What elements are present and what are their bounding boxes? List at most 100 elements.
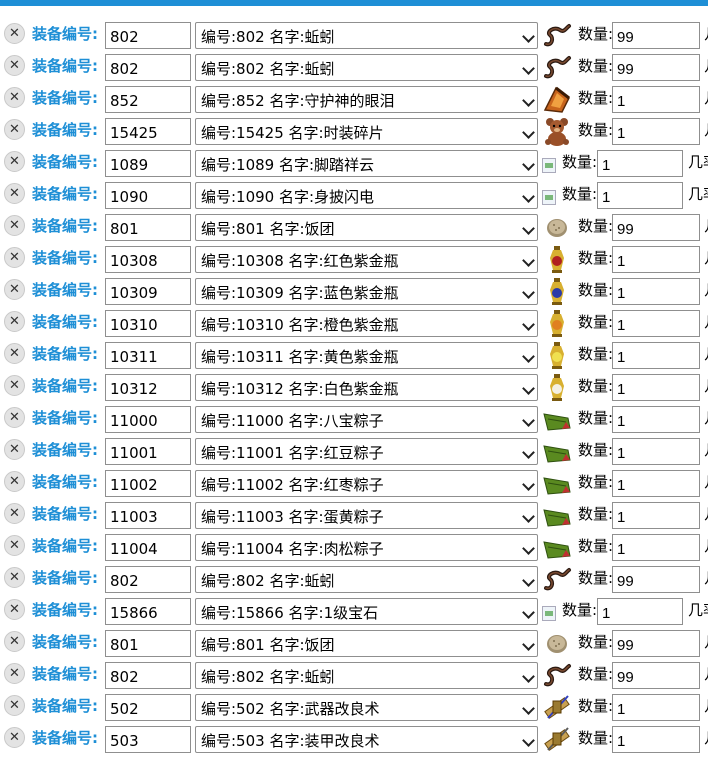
remove-row-button[interactable]: ✕ [4, 279, 25, 300]
item-id-input[interactable] [105, 598, 191, 625]
quantity-input[interactable] [612, 246, 700, 273]
remove-row-button[interactable]: ✕ [4, 311, 25, 332]
remove-row-button[interactable]: ✕ [4, 151, 25, 172]
item-id-input[interactable] [105, 182, 191, 209]
item-id-input[interactable] [105, 310, 191, 337]
item-select[interactable]: 编号:801 名字:饭团 [195, 214, 538, 241]
item-id-input[interactable] [105, 374, 191, 401]
item-id-label: 装备编号: [32, 25, 98, 43]
item-id-input[interactable] [105, 246, 191, 273]
remove-row-button[interactable]: ✕ [4, 407, 25, 428]
quantity-label: 数量: [578, 409, 614, 427]
item-id-input[interactable] [105, 694, 191, 721]
item-id-input[interactable] [105, 502, 191, 529]
quantity-input[interactable] [612, 342, 700, 369]
item-select[interactable]: 编号:1090 名字:身披闪电 [195, 182, 538, 209]
item-select[interactable]: 编号:10308 名字:红色紫金瓶 [195, 246, 538, 273]
item-id-input[interactable] [105, 662, 191, 689]
item-id-input[interactable] [105, 150, 191, 177]
worm-icon [542, 564, 572, 594]
item-id-input[interactable] [105, 214, 191, 241]
item-select[interactable]: 编号:15425 名字:时装碎片 [195, 118, 538, 145]
remove-row-button[interactable]: ✕ [4, 23, 25, 44]
item-select[interactable]: 编号:502 名字:武器改良术 [195, 694, 538, 721]
item-select[interactable]: 编号:852 名字:守护神的眼泪 [195, 86, 538, 113]
item-select[interactable]: 编号:11004 名字:肉松粽子 [195, 534, 538, 561]
quantity-input[interactable] [612, 310, 700, 337]
remove-row-button[interactable]: ✕ [4, 375, 25, 396]
item-select[interactable]: 编号:802 名字:蚯蚓 [195, 54, 538, 81]
item-id-input[interactable] [105, 118, 191, 145]
item-id-input[interactable] [105, 630, 191, 657]
item-id-input[interactable] [105, 86, 191, 113]
remove-row-button[interactable]: ✕ [4, 727, 25, 748]
quantity-input[interactable] [612, 438, 700, 465]
remove-row-button[interactable]: ✕ [4, 247, 25, 268]
quantity-input[interactable] [612, 630, 700, 657]
item-select[interactable]: 编号:801 名字:饭团 [195, 630, 538, 657]
quantity-input[interactable] [612, 502, 700, 529]
item-select[interactable]: 编号:10312 名字:白色紫金瓶 [195, 374, 538, 401]
item-select[interactable]: 编号:802 名字:蚯蚓 [195, 662, 538, 689]
quantity-input[interactable] [597, 598, 683, 625]
quantity-input[interactable] [612, 278, 700, 305]
quantity-input[interactable] [612, 470, 700, 497]
quantity-input[interactable] [597, 150, 683, 177]
quantity-input[interactable] [612, 726, 700, 753]
remove-row-button[interactable]: ✕ [4, 439, 25, 460]
item-select-value: 编号:502 名字:武器改良术 [201, 700, 380, 718]
remove-row-button[interactable]: ✕ [4, 215, 25, 236]
quantity-input[interactable] [612, 86, 700, 113]
item-select[interactable]: 编号:11000 名字:八宝粽子 [195, 406, 538, 433]
remove-row-button[interactable]: ✕ [4, 567, 25, 588]
remove-row-button[interactable]: ✕ [4, 87, 25, 108]
remove-row-button[interactable]: ✕ [4, 343, 25, 364]
item-select[interactable]: 编号:802 名字:蚯蚓 [195, 566, 538, 593]
quantity-input[interactable] [612, 662, 700, 689]
item-select[interactable]: 编号:10309 名字:蓝色紫金瓶 [195, 278, 538, 305]
quantity-input[interactable] [612, 54, 700, 81]
quantity-label: 数量: [578, 57, 614, 75]
remove-row-button[interactable]: ✕ [4, 535, 25, 556]
zongzi-icon [542, 436, 572, 466]
item-select[interactable]: 编号:10311 名字:黄色紫金瓶 [195, 342, 538, 369]
quantity-label: 数量: [578, 345, 614, 363]
item-id-input[interactable] [105, 726, 191, 753]
item-id-input[interactable] [105, 22, 191, 49]
quantity-input[interactable] [597, 182, 683, 209]
quantity-label: 数量: [578, 89, 614, 107]
item-select[interactable]: 编号:15866 名字:1级宝石 [195, 598, 538, 625]
item-select[interactable]: 编号:503 名字:装甲改良术 [195, 726, 538, 753]
remove-row-button[interactable]: ✕ [4, 663, 25, 684]
quantity-input[interactable] [612, 694, 700, 721]
item-id-input[interactable] [105, 406, 191, 433]
quantity-input[interactable] [612, 406, 700, 433]
remove-row-button[interactable]: ✕ [4, 471, 25, 492]
item-select[interactable]: 编号:11003 名字:蛋黄粽子 [195, 502, 538, 529]
remove-row-button[interactable]: ✕ [4, 631, 25, 652]
item-id-input[interactable] [105, 534, 191, 561]
item-select[interactable]: 编号:11002 名字:红枣粽子 [195, 470, 538, 497]
quantity-input[interactable] [612, 22, 700, 49]
remove-row-button[interactable]: ✕ [4, 503, 25, 524]
remove-row-button[interactable]: ✕ [4, 183, 25, 204]
item-id-input[interactable] [105, 54, 191, 81]
quantity-input[interactable] [612, 374, 700, 401]
remove-row-button[interactable]: ✕ [4, 599, 25, 620]
item-select[interactable]: 编号:11001 名字:红豆粽子 [195, 438, 538, 465]
remove-row-button[interactable]: ✕ [4, 119, 25, 140]
remove-row-button[interactable]: ✕ [4, 695, 25, 716]
item-id-input[interactable] [105, 438, 191, 465]
item-id-input[interactable] [105, 342, 191, 369]
item-id-input[interactable] [105, 278, 191, 305]
remove-row-button[interactable]: ✕ [4, 55, 25, 76]
item-id-input[interactable] [105, 470, 191, 497]
quantity-input[interactable] [612, 534, 700, 561]
quantity-input[interactable] [612, 214, 700, 241]
item-select[interactable]: 编号:10310 名字:橙色紫金瓶 [195, 310, 538, 337]
quantity-input[interactable] [612, 566, 700, 593]
quantity-input[interactable] [612, 118, 700, 145]
item-select[interactable]: 编号:802 名字:蚯蚓 [195, 22, 538, 49]
item-select[interactable]: 编号:1089 名字:脚踏祥云 [195, 150, 538, 177]
item-id-input[interactable] [105, 566, 191, 593]
